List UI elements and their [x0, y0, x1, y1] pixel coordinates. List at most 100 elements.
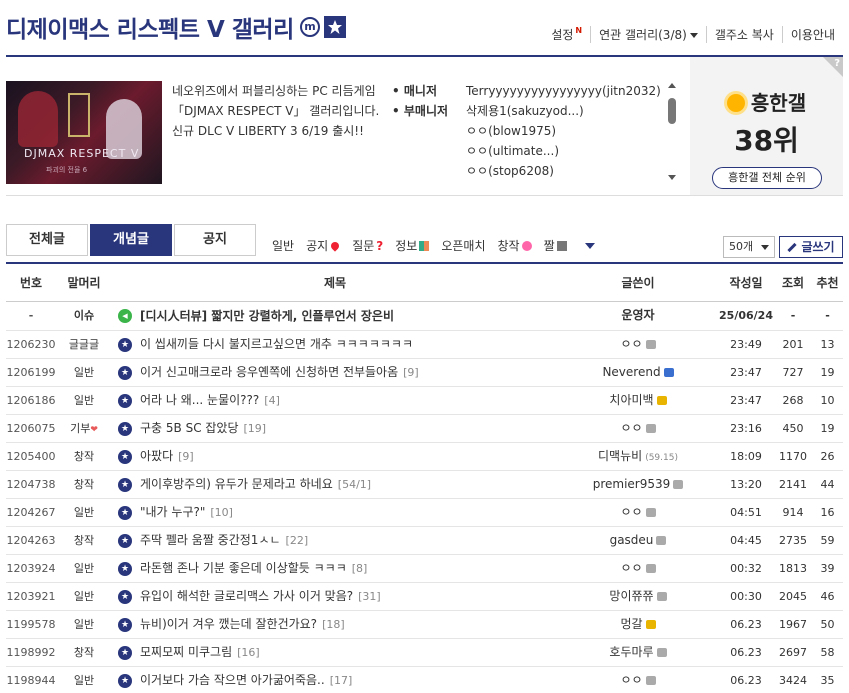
post-title-cell[interactable]: 유입이 해석한 글로리맥스 가사 이거 맞음?[31]: [112, 583, 558, 610]
favorite-star-icon[interactable]: [323, 16, 346, 38]
post-title[interactable]: 뉴비)이거 겨우 깼는데 잘한건가요?: [140, 611, 317, 638]
post-title[interactable]: 이거보다 가슴 작으면 아가굶어죽음..: [140, 667, 325, 693]
submanager-name[interactable]: ㅇㅇ(stop6208): [466, 161, 554, 181]
write-button[interactable]: 글쓰기: [779, 236, 843, 258]
table-row[interactable]: 1206230 글글글 이 씹새끼들 다시 불지르고싶으면 개추 ㅋㅋㅋㅋㅋㅋㅋ ㅇㅇ…: [6, 331, 843, 359]
post-writer[interactable]: 운영자: [558, 302, 718, 330]
post-writer[interactable]: ㅇㅇ: [558, 415, 718, 442]
comment-count[interactable]: [18]: [322, 611, 345, 638]
comment-count[interactable]: [22]: [286, 527, 309, 554]
submanager-name[interactable]: ㅇㅇ(blow1975): [466, 121, 556, 141]
post-title-cell[interactable]: 구충 5B SC 잡았당[19]: [112, 415, 558, 442]
post-title[interactable]: 구충 5B SC 잡았당: [140, 415, 239, 442]
comment-count[interactable]: [19]: [244, 415, 267, 442]
post-writer[interactable]: Neverend: [558, 359, 718, 386]
comment-count[interactable]: [17]: [330, 667, 353, 693]
category-general[interactable]: 일반: [272, 237, 294, 254]
comment-count[interactable]: [4]: [264, 387, 280, 414]
post-title-cell[interactable]: "내가 누구?"[10]: [112, 499, 558, 526]
post-title[interactable]: 이 씹새끼들 다시 불지르고싶으면 개추 ㅋㅋㅋㅋㅋㅋㅋ: [140, 331, 413, 358]
related-gallery-link[interactable]: 연관 갤러리(3/8): [590, 26, 706, 43]
table-row[interactable]: 1204738창작게이후방주의) 유두가 문제라고 하네요[54/1]premi…: [6, 471, 843, 499]
comment-count[interactable]: [8]: [352, 555, 368, 582]
table-row[interactable]: - 이슈 [디시人터뷰] 짧지만 강렬하게, 인플루언서 장은비 운영자25/06/2…: [6, 302, 843, 331]
table-row[interactable]: 1204263창작주딱 펠라 움짤 중간정1ㅅㄴ[22]gasdeu04:452…: [6, 527, 843, 555]
category-more-icon[interactable]: [584, 242, 595, 249]
table-row[interactable]: 1203924 일반 라돈햄 존나 기분 좋은데 이상할듯 ㅋㅋㅋ [8] ㅇㅇ 00:3…: [6, 555, 843, 583]
rank-all-button[interactable]: 흥한갤 전체 순위: [712, 167, 822, 189]
post-writer[interactable]: ㅇㅇ: [558, 667, 718, 693]
tab-notice[interactable]: 공지: [174, 224, 256, 256]
post-title[interactable]: "내가 누구?": [140, 499, 205, 526]
comment-count[interactable]: [9]: [178, 443, 194, 470]
table-row[interactable]: 1206199 일반 이거 신고매크로라 응우옌쪽에 신청하면 전부들아옴 [9] Ne…: [6, 359, 843, 387]
post-title[interactable]: 주딱 펠라 움짤 중간정1ㅅㄴ: [140, 527, 281, 554]
submanager-name[interactable]: ㅇㅇ(ultimate...): [466, 141, 559, 161]
post-writer[interactable]: 디맥뉴비 (59.15): [558, 443, 718, 470]
post-writer[interactable]: ㅇㅇ: [558, 331, 718, 358]
post-title-cell[interactable]: 라돈햄 존나 기분 좋은데 이상할듯 ㅋㅋㅋ [8]: [112, 555, 558, 582]
post-title[interactable]: 라돈햄 존나 기분 좋은데 이상할듯 ㅋㅋㅋ: [140, 555, 347, 582]
scroll-thumb[interactable]: [668, 98, 676, 124]
table-row[interactable]: 1198944일반이거보다 가슴 작으면 아가굶어죽음..[17]ㅇㅇ06.23…: [6, 667, 843, 693]
table-row[interactable]: 1203921일반유입이 해석한 글로리맥스 가사 이거 맞음?[31]망이쮸쮸…: [6, 583, 843, 611]
post-writer[interactable]: 호두마루: [558, 639, 718, 666]
post-title-cell[interactable]: 모찌모찌 미쿠그림[16]: [112, 639, 558, 666]
post-title[interactable]: [디시人터뷰] 짧지만 강렬하게, 인플루언서 장은비: [140, 303, 394, 330]
post-title-cell[interactable]: 이 씹새끼들 다시 불지르고싶으면 개추 ㅋㅋㅋㅋㅋㅋㅋ: [112, 331, 558, 358]
category-notice[interactable]: 공지: [306, 237, 341, 254]
comment-count[interactable]: [9]: [403, 359, 419, 386]
help-corner[interactable]: [823, 57, 843, 77]
post-writer[interactable]: ㅇㅇ: [558, 499, 718, 526]
copy-address-link[interactable]: 갤주소 복사: [705, 26, 782, 43]
scroll-up-icon[interactable]: [668, 83, 676, 88]
post-title-cell[interactable]: 게이후방주의) 유두가 문제라고 하네요[54/1]: [112, 471, 558, 498]
table-row[interactable]: 1199578일반뉴비)이거 겨우 깼는데 잘한건가요?[18]멍갈06.231…: [6, 611, 843, 639]
post-title[interactable]: 어라 나 왜... 눈물이???: [140, 387, 259, 414]
post-title-cell[interactable]: 이거보다 가슴 작으면 아가굶어죽음..[17]: [112, 667, 558, 693]
comment-count[interactable]: [16]: [237, 639, 260, 666]
gallery-title-text[interactable]: 디제이맥스 리스펙트 V 갤러리: [6, 10, 294, 44]
comment-count[interactable]: [54/1]: [338, 471, 371, 498]
category-image[interactable]: 짤: [544, 237, 567, 254]
comment-count[interactable]: [31]: [358, 583, 381, 610]
category-open-match[interactable]: 오픈매치: [441, 237, 485, 254]
comment-count[interactable]: [10]: [210, 499, 233, 526]
tab-all[interactable]: 전체글: [6, 224, 88, 256]
post-title-cell[interactable]: 주딱 펠라 움짤 중간정1ㅅㄴ[22]: [112, 527, 558, 554]
gallery-title[interactable]: 디제이맥스 리스펙트 V 갤러리 m: [6, 10, 346, 44]
manager-scrollbar[interactable]: [666, 83, 678, 183]
post-title[interactable]: 게이후방주의) 유두가 문제라고 하네요: [140, 471, 333, 498]
category-info[interactable]: 정보: [395, 237, 430, 254]
tab-recommended[interactable]: 개념글: [90, 224, 172, 256]
category-creation[interactable]: 창작: [498, 237, 532, 254]
per-page-select[interactable]: 50개: [723, 236, 775, 258]
post-title-cell[interactable]: 이거 신고매크로라 응우옌쪽에 신청하면 전부들아옴 [9]: [112, 359, 558, 386]
post-title[interactable]: 아팠다: [140, 443, 173, 470]
post-title[interactable]: 이거 신고매크로라 응우옌쪽에 신청하면 전부들아옴: [140, 359, 398, 386]
table-row[interactable]: 1206075기부❤구충 5B SC 잡았당[19]ㅇㅇ23:1645019: [6, 415, 843, 443]
manager-name[interactable]: Terryyyyyyyyyyyyyyyy(jitn2032): [466, 81, 661, 101]
table-row[interactable]: 1204267일반"내가 누구?"[10]ㅇㅇ04:5191416: [6, 499, 843, 527]
post-title[interactable]: 모찌모찌 미쿠그림: [140, 639, 232, 666]
scroll-down-icon[interactable]: [668, 175, 676, 180]
post-writer[interactable]: premier9539: [558, 471, 718, 498]
post-title-cell[interactable]: [디시人터뷰] 짧지만 강렬하게, 인플루언서 장은비: [112, 302, 558, 330]
submanager-name[interactable]: 삭제용1(sakuzyod...): [466, 101, 584, 121]
help-icon[interactable]: ?: [834, 58, 840, 69]
post-title-cell[interactable]: 아팠다 [9]: [112, 443, 558, 470]
settings-link[interactable]: 설정 N: [543, 26, 590, 43]
post-title-cell[interactable]: 뉴비)이거 겨우 깼는데 잘한건가요?[18]: [112, 611, 558, 638]
post-title-cell[interactable]: 어라 나 왜... 눈물이??? [4]: [112, 387, 558, 414]
usage-guide-link[interactable]: 이용안내: [781, 26, 843, 43]
table-row[interactable]: 1206186 일반 어라 나 왜... 눈물이??? [4] 치아미백 23:47 268…: [6, 387, 843, 415]
post-writer[interactable]: 멍갈: [558, 611, 718, 638]
table-row[interactable]: 1198992창작모찌모찌 미쿠그림[16]호두마루06.23269758: [6, 639, 843, 667]
post-title[interactable]: 유입이 해석한 글로리맥스 가사 이거 맞음?: [140, 583, 353, 610]
post-writer[interactable]: 망이쮸쮸: [558, 583, 718, 610]
category-question[interactable]: 질문?: [352, 237, 383, 254]
post-writer[interactable]: 치아미백: [558, 387, 718, 414]
post-writer[interactable]: gasdeu: [558, 527, 718, 554]
post-writer[interactable]: ㅇㅇ: [558, 555, 718, 582]
table-row[interactable]: 1205400 창작 아팠다 [9] 디맥뉴비(59.15) 18:09 1170 26: [6, 443, 843, 471]
